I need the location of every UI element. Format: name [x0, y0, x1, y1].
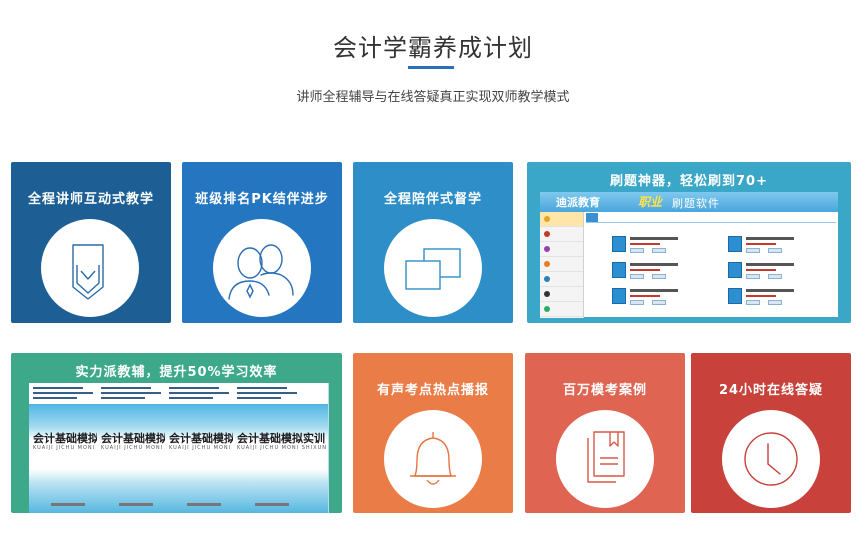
software-course-item: [612, 236, 732, 260]
sidebar-item: [540, 287, 583, 302]
software-course-item: [612, 262, 732, 286]
software-tabs: [586, 213, 836, 223]
book-title: 会计基础模拟: [33, 432, 99, 445]
book-title: 会计基础模拟: [101, 432, 167, 445]
user-group-icon: [213, 219, 311, 317]
software-screenshot: 迪派教育 职业 刷题软件: [540, 192, 838, 318]
software-tab: [650, 213, 662, 222]
card-label: 百万模考案例: [562, 383, 647, 398]
sidebar-item: [540, 272, 583, 287]
sidebar-item: [540, 242, 583, 257]
software-course-item: [728, 262, 848, 286]
software-tab: [586, 213, 598, 222]
card-label: 全程陪伴式督学: [383, 192, 482, 207]
book-title: 会计基础模拟实训: [237, 432, 325, 445]
software-tab: [634, 213, 646, 222]
card-label: 24小时在线答疑: [718, 383, 824, 398]
book-title: 会计基础模拟: [169, 432, 235, 445]
software-title-bar: 迪派教育 职业 刷题软件: [540, 192, 838, 212]
book-pinyin: KUAIJI JICHU MONI S: [101, 445, 170, 451]
book-pinyin: KUAIJI JICHU MONI S: [33, 445, 102, 451]
software-brand: 职业: [638, 195, 663, 209]
software-course-item: [728, 288, 848, 312]
windows-icon: [384, 219, 482, 317]
software-course-item: [728, 236, 848, 260]
feature-card-supervised-study[interactable]: 全程陪伴式督学: [353, 162, 513, 323]
card-label: 有声考点热点播报: [376, 383, 489, 398]
book-cover: 会计基础模拟实训 KUAIJI JICHU MONI SHIXUN: [233, 383, 329, 513]
feature-card-class-ranking[interactable]: 班级排名PK结伴进步: [182, 162, 342, 323]
software-course-item: [612, 288, 732, 312]
software-tab: [602, 213, 614, 222]
title-underline: [408, 66, 454, 69]
card-label: 班级排名PK结伴进步: [195, 192, 329, 207]
shield-icon: [41, 219, 139, 317]
feature-card-interactive-teaching[interactable]: 全程讲师互动式教学: [11, 162, 171, 323]
software-content: [590, 226, 834, 316]
sidebar-item: [540, 257, 583, 272]
book-pinyin: KUAIJI JICHU MONI S: [169, 445, 238, 451]
book-pinyin: KUAIJI JICHU MONI SHIXUN: [237, 445, 327, 451]
card-label: 全程讲师互动式教学: [27, 192, 154, 207]
card-label: 刷题神器，轻松刷到70+: [610, 174, 768, 189]
feature-card-teaching-materials[interactable]: 实力派教辅，提升50%学习效率 会计基础模拟 KUAIJI JICHU MONI…: [11, 353, 342, 513]
card-label: 实力派教辅，提升50%学习效率: [75, 365, 278, 380]
software-tab: [666, 213, 678, 222]
page-title: 会计学霸养成计划: [333, 34, 533, 62]
sidebar-item: [540, 302, 583, 317]
clock-icon: [722, 410, 820, 508]
feature-card-mock-exam-cases[interactable]: 百万模考案例: [525, 353, 685, 513]
software-sidebar: [540, 212, 584, 318]
software-name: 刷题软件: [672, 197, 720, 210]
feature-card-online-qa[interactable]: 24小时在线答疑: [691, 353, 851, 513]
software-tab: [618, 213, 630, 222]
sidebar-item: [540, 227, 583, 242]
books-image: 会计基础模拟 KUAIJI JICHU MONI S 会计基础模拟 KUAIJI…: [29, 383, 329, 513]
documents-icon: [556, 410, 654, 508]
feature-card-practice-software[interactable]: 刷题神器，轻松刷到70+ 迪派教育 职业 刷题软件: [527, 162, 851, 323]
page-subtitle: 讲师全程辅导与在线答疑真正实现双师教学模式: [296, 90, 570, 105]
software-logo: 迪派教育: [556, 196, 600, 209]
bell-icon: [384, 410, 482, 508]
sidebar-item: [540, 212, 583, 227]
feature-card-audio-broadcast[interactable]: 有声考点热点播报: [353, 353, 513, 513]
